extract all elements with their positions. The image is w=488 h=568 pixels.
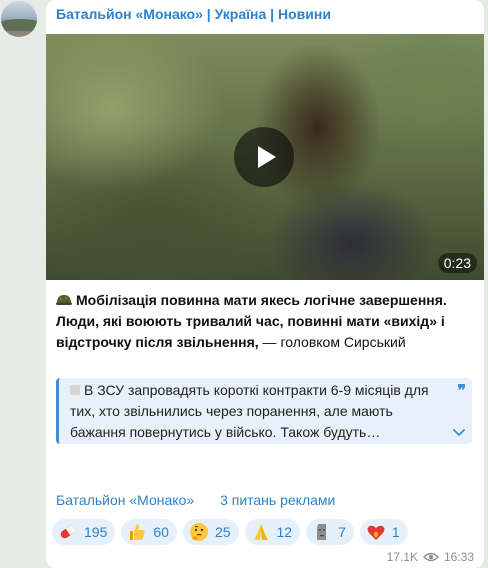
message-meta: 17.1K 16:33 [387, 550, 474, 564]
quote-block[interactable]: В ЗСУ запровадять короткі контракти 6-9 … [56, 378, 472, 444]
ad-questions-link[interactable]: 3 питань реклами [220, 492, 335, 508]
play-button[interactable] [234, 127, 294, 187]
reaction-thinking[interactable]: 25 [182, 519, 239, 545]
reaction-count: 25 [214, 524, 231, 540]
message-time: 16:33 [443, 550, 474, 564]
quote-mark-icon: ❞ [457, 381, 466, 400]
chevron-down-icon[interactable] [453, 429, 465, 437]
reaction-moai[interactable]: 7 [306, 519, 354, 545]
thumbs-up-icon [130, 524, 145, 540]
reaction-count: 60 [153, 524, 169, 540]
reaction-count: 195 [84, 524, 108, 540]
message-bubble: Батальйон «Монако» | Україна | Новини 0:… [46, 0, 484, 568]
moai-icon [317, 524, 327, 540]
praying-hands-icon [253, 524, 268, 540]
eye-icon [422, 552, 439, 562]
reactions-bar: 195 60 25 12 7 1 [52, 519, 408, 545]
footer-links: Батальйон «Монако» 3 питань реклами [56, 492, 335, 508]
video-duration: 0:23 [437, 253, 477, 273]
channel-avatar[interactable] [1, 1, 37, 37]
reaction-heart-fire[interactable]: 1 [359, 519, 408, 545]
pill-icon [60, 525, 76, 539]
channel-name[interactable]: Батальйон «Монако» | Україна | Новини [56, 6, 331, 22]
view-count: 17.1K [386, 550, 418, 564]
quote-text: В ЗСУ запровадять короткі контракти 6-9 … [70, 382, 429, 440]
post-text: Мобілізація повинна мати якесь логічне з… [56, 290, 468, 353]
white-square-icon [70, 385, 80, 395]
military-helmet-icon [56, 295, 72, 305]
heart-on-fire-icon [367, 525, 385, 540]
reaction-pill[interactable]: 195 [52, 519, 116, 545]
reaction-count: 1 [391, 524, 400, 540]
thinking-face-icon [189, 523, 208, 541]
video-player[interactable]: 0:23 [46, 34, 484, 280]
reaction-thumbs-up[interactable]: 60 [121, 519, 177, 545]
play-icon [258, 146, 276, 168]
post-attribution: — головком Сирський [258, 334, 406, 350]
reaction-count: 12 [276, 524, 293, 540]
avatar-hill [1, 19, 37, 31]
reaction-praying[interactable]: 12 [244, 519, 301, 545]
reaction-count: 7 [338, 524, 346, 540]
channel-link[interactable]: Батальйон «Монако» [56, 492, 194, 508]
